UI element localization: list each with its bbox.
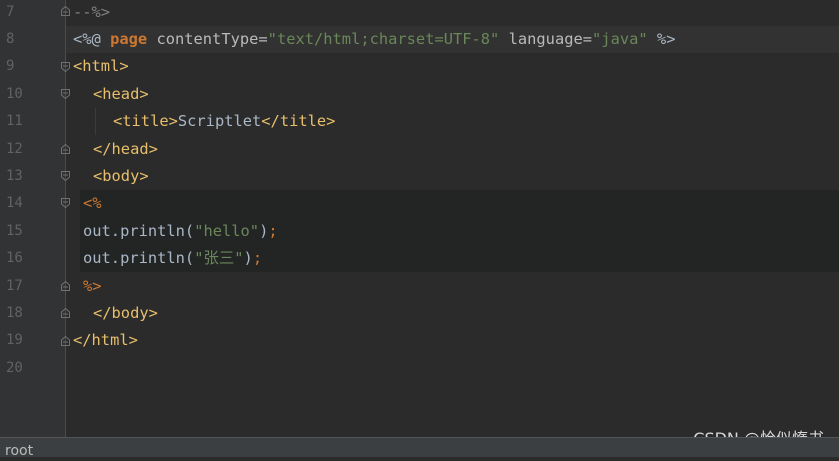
title-text: Scriptlet xyxy=(177,112,262,130)
code-line[interactable]: <head> xyxy=(93,81,149,108)
method-call: out.println( xyxy=(83,222,195,240)
attribute-name: language xyxy=(508,30,583,48)
semicolon: ; xyxy=(252,249,263,267)
code-line[interactable]: <% xyxy=(83,190,102,217)
fold-end-icon[interactable] xyxy=(61,144,70,154)
code-line[interactable]: <html> xyxy=(73,53,129,80)
fold-start-icon[interactable] xyxy=(61,62,70,72)
code-line[interactable]: out.println("hello"); xyxy=(83,218,278,245)
jsp-directive-open: <%@ xyxy=(73,30,101,48)
line-number: 10 xyxy=(6,86,23,102)
line-number: 14 xyxy=(6,195,23,211)
fold-end-icon[interactable] xyxy=(61,336,70,346)
code-line[interactable]: <title>Scriptlet</title> xyxy=(113,108,335,135)
watermark: CSDN @恰似惰书 xyxy=(693,425,824,437)
string-literal: "张三" xyxy=(194,249,244,267)
paren-close: ) xyxy=(243,249,253,267)
equals-sign: = xyxy=(258,30,268,48)
code-editor[interactable]: 7 8 9 10 11 12 13 14 15 16 17 18 19 20 -… xyxy=(0,0,839,437)
status-bar: root xyxy=(0,437,839,459)
jsp-directive-close: %> xyxy=(656,30,676,48)
status-text: root xyxy=(5,443,34,459)
tag-close: </title> xyxy=(261,112,336,130)
line-number-gutter: 7 8 9 10 11 12 13 14 15 16 17 18 19 20 xyxy=(0,0,65,437)
attribute-value: "java" xyxy=(592,30,648,48)
line-number: 11 xyxy=(6,113,23,129)
line-number: 7 xyxy=(6,4,15,20)
semicolon: ; xyxy=(268,222,278,240)
fold-end-icon[interactable] xyxy=(61,308,70,318)
line-number: 20 xyxy=(6,360,23,376)
line-number: 8 xyxy=(6,31,15,47)
comment-close: --%> xyxy=(73,3,111,21)
line-number: 13 xyxy=(6,168,23,184)
line-number: 17 xyxy=(6,278,23,294)
equals-sign: = xyxy=(582,30,593,48)
fold-end-icon[interactable] xyxy=(61,281,70,291)
attribute-value: "text/html;charset=UTF-8" xyxy=(267,30,500,48)
fold-start-icon[interactable] xyxy=(61,198,70,208)
code-line[interactable]: </html> xyxy=(73,327,138,354)
code-line[interactable]: <%@ page contentType="text/html;charset=… xyxy=(73,26,675,53)
line-number: 12 xyxy=(6,141,23,157)
fold-start-icon[interactable] xyxy=(61,89,70,99)
code-line[interactable]: %> xyxy=(83,273,102,300)
indent-guide xyxy=(95,108,96,135)
code-line[interactable]: <body> xyxy=(93,163,149,190)
fold-start-icon[interactable] xyxy=(61,171,70,181)
code-line[interactable]: </body> xyxy=(93,300,158,327)
page-keyword: page xyxy=(110,30,148,48)
method-call: out.println( xyxy=(83,249,195,267)
line-number: 16 xyxy=(6,250,23,266)
line-number: 18 xyxy=(6,305,23,321)
line-number: 9 xyxy=(6,58,15,74)
paren-close: ) xyxy=(259,222,269,240)
code-line[interactable]: </head> xyxy=(93,136,158,163)
line-number: 19 xyxy=(6,332,23,348)
attribute-name: contentType xyxy=(156,30,259,48)
code-line[interactable]: out.println("张三"); xyxy=(83,245,262,272)
line-number: 15 xyxy=(6,223,23,239)
tag-open: <title> xyxy=(113,112,178,130)
code-line[interactable]: --%> xyxy=(73,0,110,26)
string-literal: "hello" xyxy=(194,222,260,240)
fold-end-icon[interactable] xyxy=(61,6,70,16)
